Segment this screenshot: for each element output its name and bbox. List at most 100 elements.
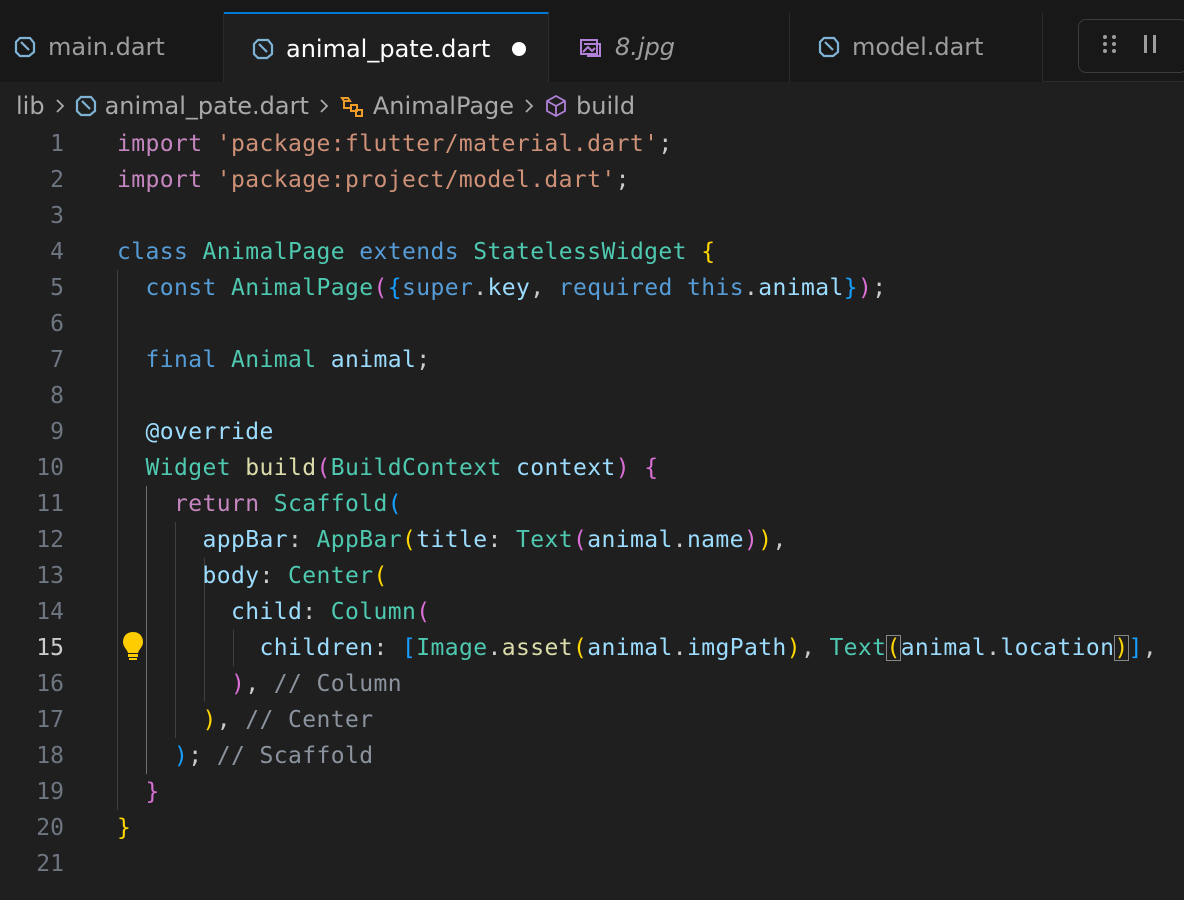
identifier: location xyxy=(1000,635,1115,661)
pause-icon[interactable] xyxy=(1141,33,1159,59)
code-line: @override xyxy=(117,414,1157,450)
keyword: import xyxy=(117,167,203,193)
identifier: body xyxy=(202,563,260,589)
keyword: final xyxy=(145,347,217,373)
code-lines: import 'package:flutter/material.dart'; … xyxy=(117,126,1157,882)
class-name: Center xyxy=(287,563,374,589)
code-line: const AnimalPage({super.key, required th… xyxy=(145,275,887,301)
breadcrumb-folder[interactable]: lib xyxy=(16,92,45,120)
line-number: 7 xyxy=(50,347,64,373)
code-line: class AnimalPage extends StatelessWidget… xyxy=(117,239,716,265)
keyword: class xyxy=(117,239,189,265)
identifier: animal xyxy=(758,275,844,301)
tab-label: main.dart xyxy=(48,33,165,61)
tab-animal-pate-dart[interactable]: animal_pate.dart xyxy=(224,12,549,83)
line-number: 21 xyxy=(36,851,64,877)
code-line: appBar: AppBar(title: Text(animal.name))… xyxy=(202,527,787,553)
class-name: AnimalPage xyxy=(231,275,374,301)
code-line: ), // Column xyxy=(230,671,402,697)
line-number: 17 xyxy=(36,707,64,733)
dart-icon xyxy=(252,38,274,60)
identifier: animal xyxy=(330,347,417,373)
class-name: Text xyxy=(515,527,573,553)
string-literal: 'package:flutter/material.dart' xyxy=(216,131,659,157)
identifier: title xyxy=(416,527,488,553)
tab-label: 8.jpg xyxy=(615,33,676,61)
class-name: StatelessWidget xyxy=(473,239,687,265)
keyword: this xyxy=(686,275,744,301)
line-number: 4 xyxy=(50,239,64,265)
tab-main-dart[interactable]: main.dart xyxy=(0,12,224,82)
breadcrumb: lib animal_pate.dart AnimalPage build xyxy=(16,86,635,126)
bracket-match: ) xyxy=(1114,635,1129,661)
code-line: import 'package:project/model.dart'; xyxy=(117,167,630,193)
code-line: child: Column( xyxy=(230,599,431,625)
code-line-current: children: [Image.asset(animal.imgPath), … xyxy=(259,635,1158,661)
keyword: return xyxy=(174,491,260,517)
class-name: Widget xyxy=(145,455,231,481)
code-line: ); // Scaffold xyxy=(174,743,374,769)
identifier: name xyxy=(686,527,744,553)
editor-tab-bar: main.dart animal_pate.dart 8.jpg model.d… xyxy=(0,0,1184,83)
identifier: appBar xyxy=(202,527,288,553)
line-number: 3 xyxy=(50,203,64,229)
line-number: 9 xyxy=(50,419,64,445)
line-number: 14 xyxy=(36,599,64,625)
breadcrumb-class[interactable]: AnimalPage xyxy=(373,92,514,120)
line-number: 5 xyxy=(50,275,64,301)
line-number: 13 xyxy=(36,563,64,589)
keyword: super xyxy=(401,275,474,301)
line-number-gutter: 1 2 3 4 5 6 7 8 9 10 11 12 13 14 15 16 1… xyxy=(0,126,80,882)
keyword: extends xyxy=(359,239,459,265)
method-cube-icon xyxy=(544,94,568,118)
code-line: } xyxy=(117,815,132,841)
dart-icon xyxy=(75,95,97,117)
bracket-match: ( xyxy=(886,635,901,661)
image-icon xyxy=(579,36,603,58)
chevron-right-icon xyxy=(523,96,535,116)
comment: // Center xyxy=(245,707,374,733)
tab-label: animal_pate.dart xyxy=(286,34,491,63)
keyword: import xyxy=(117,131,203,157)
tab-8-jpg[interactable]: 8.jpg xyxy=(549,12,790,82)
unsaved-dot-icon[interactable] xyxy=(512,41,527,56)
code-line: body: Center( xyxy=(202,563,388,589)
identifier: animal xyxy=(587,527,673,553)
line-number: 11 xyxy=(36,491,64,517)
class-name: AnimalPage xyxy=(202,239,345,265)
line-number: 10 xyxy=(36,455,64,481)
tab-model-dart[interactable]: model.dart xyxy=(790,12,1043,82)
line-number: 18 xyxy=(36,743,64,769)
code-line: final Animal animal; xyxy=(145,347,431,373)
class-symbol-icon xyxy=(339,94,365,118)
code-line: return Scaffold( xyxy=(174,491,402,517)
class-name: Column xyxy=(330,599,417,625)
dart-icon xyxy=(818,36,840,58)
code-line: } xyxy=(145,779,160,805)
annotation: @override xyxy=(145,419,274,445)
identifier: key xyxy=(487,275,531,301)
class-name: Image xyxy=(416,635,488,661)
class-name: Text xyxy=(829,635,887,661)
line-number: 2 xyxy=(50,167,64,193)
line-number-current: 15 xyxy=(36,635,64,661)
breadcrumb-file[interactable]: animal_pate.dart xyxy=(105,92,309,120)
code-line: import 'package:flutter/material.dart'; xyxy=(117,131,673,157)
keyword: required xyxy=(558,275,673,301)
breadcrumb-method[interactable]: build xyxy=(576,92,635,120)
line-number: 16 xyxy=(36,671,64,697)
chevron-right-icon xyxy=(54,96,66,116)
drag-handle-icon[interactable] xyxy=(1101,33,1119,59)
identifier: child xyxy=(230,599,303,625)
line-number: 20 xyxy=(36,815,64,841)
identifier: context xyxy=(515,455,616,481)
class-name: Scaffold xyxy=(273,491,388,517)
code-line: Widget build(BuildContext context) { xyxy=(145,455,659,481)
line-number: 6 xyxy=(50,311,64,337)
code-line: ), // Center xyxy=(202,707,374,733)
function-name: build xyxy=(245,455,317,481)
code-editor[interactable]: 1 2 3 4 5 6 7 8 9 10 11 12 13 14 15 16 1… xyxy=(0,126,1184,900)
identifier: animal xyxy=(587,635,673,661)
